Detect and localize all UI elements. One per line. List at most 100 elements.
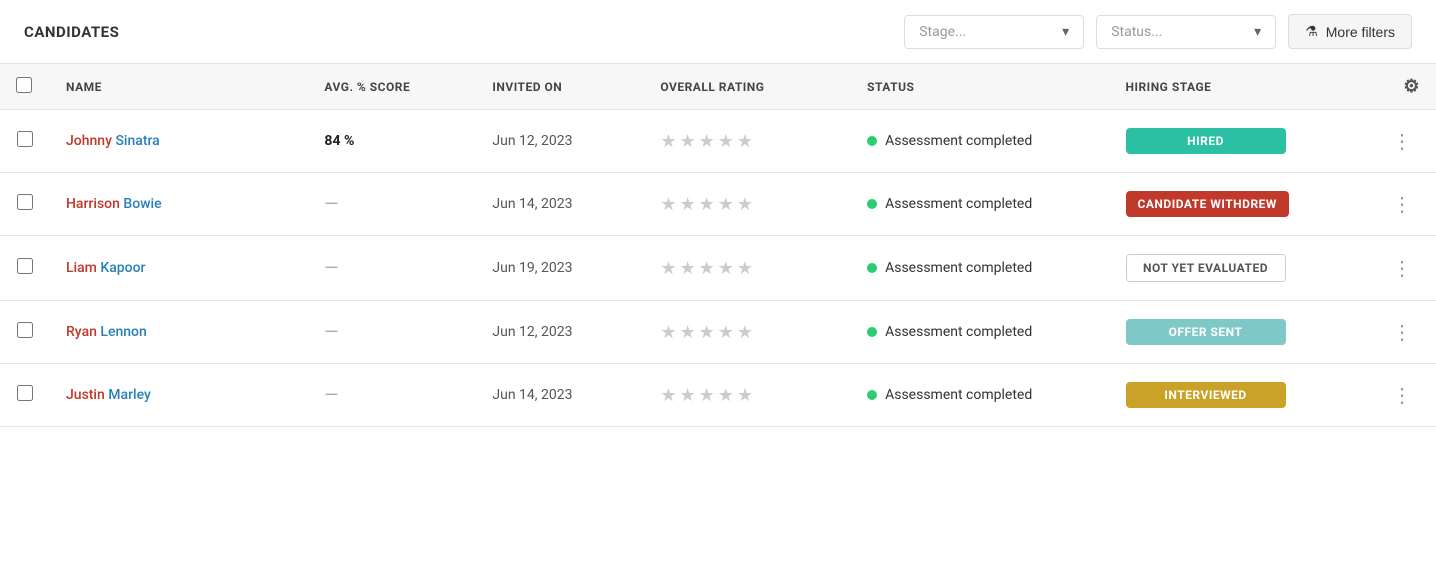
col-settings[interactable]: ⚙ — [1368, 64, 1436, 110]
row-actions-cell: ⋮ — [1368, 301, 1436, 364]
row-checkbox-2[interactable] — [17, 258, 33, 274]
row-checkbox-cell — [0, 236, 50, 301]
stage-placeholder: Stage... — [919, 24, 966, 40]
invited-date-cell: Jun 14, 2023 — [476, 173, 644, 236]
more-filters-button[interactable]: ⚗ More filters — [1288, 14, 1412, 49]
status-dropdown[interactable]: Status... ▾ — [1096, 15, 1276, 49]
candidate-first-name: Justin — [66, 387, 105, 403]
avg-score-cell: — — [308, 173, 476, 236]
candidate-last-name: Lennon — [100, 324, 146, 340]
select-all-checkbox[interactable] — [16, 77, 32, 93]
row-more-menu[interactable]: ⋮ — [1384, 125, 1420, 157]
candidate-name-cell: Ryan Lennon — [50, 301, 308, 364]
star-3: ★ — [699, 258, 715, 279]
star-rating[interactable]: ★ ★ ★ ★ ★ — [660, 322, 835, 343]
status-chevron-icon: ▾ — [1254, 24, 1261, 40]
avg-score-dash: — — [324, 194, 338, 215]
row-actions-cell: ⋮ — [1368, 236, 1436, 301]
star-rating[interactable]: ★ ★ ★ ★ ★ — [660, 131, 835, 152]
rating-cell: ★ ★ ★ ★ ★ — [644, 173, 851, 236]
candidate-first-name: Ryan — [66, 324, 97, 340]
row-more-menu[interactable]: ⋮ — [1384, 252, 1420, 284]
status-dot — [867, 390, 877, 400]
star-5: ★ — [737, 322, 753, 343]
star-3: ★ — [699, 131, 715, 152]
col-overall-rating: OVERALL RATING — [644, 64, 851, 110]
settings-gear-icon[interactable]: ⚙ — [1403, 76, 1420, 97]
candidate-last-name: Sinatra — [115, 133, 159, 149]
page-title: CANDIDATES — [24, 23, 892, 41]
rating-cell: ★ ★ ★ ★ ★ — [644, 301, 851, 364]
candidate-name[interactable]: Ryan Lennon — [66, 324, 147, 340]
status-dot — [867, 327, 877, 337]
status-cell: Assessment completed — [851, 364, 1109, 427]
candidate-name[interactable]: Liam Kapoor — [66, 260, 145, 276]
hiring-badge[interactable]: INTERVIEWED — [1126, 382, 1286, 408]
hiring-badge[interactable]: OFFER SENT — [1126, 319, 1286, 345]
star-rating[interactable]: ★ ★ ★ ★ ★ — [660, 258, 835, 279]
stage-chevron-icon: ▾ — [1062, 24, 1069, 40]
star-5: ★ — [737, 194, 753, 215]
status-cell: Assessment completed — [851, 301, 1109, 364]
row-more-menu[interactable]: ⋮ — [1384, 379, 1420, 411]
row-actions-cell: ⋮ — [1368, 364, 1436, 427]
star-4: ★ — [718, 131, 734, 152]
row-checkbox-4[interactable] — [17, 385, 33, 401]
star-2: ★ — [680, 385, 696, 406]
candidate-name[interactable]: Johnny Sinatra — [66, 133, 160, 149]
candidate-first-name: Johnny — [66, 133, 112, 149]
hiring-stage-cell: OFFER SENT — [1110, 301, 1368, 364]
hiring-stage-cell: HIRED — [1110, 110, 1368, 173]
candidate-name[interactable]: Harrison Bowie — [66, 196, 162, 212]
avg-score-dash: — — [324, 385, 338, 406]
status-placeholder: Status... — [1111, 24, 1162, 40]
candidate-last-name: Marley — [108, 387, 151, 403]
candidates-table: NAME AVG. % SCORE INVITED ON OVERALL RAT… — [0, 63, 1436, 427]
candidate-name-cell: Johnny Sinatra — [50, 110, 308, 173]
star-3: ★ — [699, 194, 715, 215]
star-4: ★ — [718, 258, 734, 279]
hiring-stage-cell: CANDIDATE WITHDREW — [1110, 173, 1368, 236]
star-rating[interactable]: ★ ★ ★ ★ ★ — [660, 385, 835, 406]
candidate-name[interactable]: Justin Marley — [66, 387, 151, 403]
filter-icon: ⚗ — [1305, 23, 1318, 40]
star-4: ★ — [718, 385, 734, 406]
status-text: Assessment completed — [885, 196, 1032, 212]
status-dot — [867, 263, 877, 273]
table-row: Liam Kapoor — Jun 19, 2023 ★ ★ ★ ★ ★ — [0, 236, 1436, 301]
star-2: ★ — [680, 194, 696, 215]
col-avg-score: AVG. % SCORE — [308, 64, 476, 110]
row-checkbox-3[interactable] — [17, 322, 33, 338]
status-cell: Assessment completed — [851, 173, 1109, 236]
hiring-badge[interactable]: HIRED — [1126, 128, 1286, 154]
star-rating[interactable]: ★ ★ ★ ★ ★ — [660, 194, 835, 215]
hiring-badge[interactable]: CANDIDATE WITHDREW — [1126, 191, 1289, 217]
avg-score-dash: — — [324, 258, 338, 279]
star-1: ★ — [660, 258, 676, 279]
row-checkbox-0[interactable] — [17, 131, 33, 147]
hiring-badge[interactable]: NOT YET EVALUATED — [1126, 254, 1286, 282]
stage-dropdown[interactable]: Stage... ▾ — [904, 15, 1084, 49]
row-more-menu[interactable]: ⋮ — [1384, 316, 1420, 348]
row-checkbox-1[interactable] — [17, 194, 33, 210]
rating-cell: ★ ★ ★ ★ ★ — [644, 364, 851, 427]
candidate-last-name: Bowie — [123, 196, 161, 212]
rating-cell: ★ ★ ★ ★ ★ — [644, 110, 851, 173]
star-1: ★ — [660, 194, 676, 215]
star-5: ★ — [737, 131, 753, 152]
avg-score-cell: — — [308, 301, 476, 364]
status-text: Assessment completed — [885, 260, 1032, 276]
row-actions-cell: ⋮ — [1368, 173, 1436, 236]
row-checkbox-cell — [0, 110, 50, 173]
avg-score-value: 84 % — [324, 133, 354, 149]
avg-score-cell: — — [308, 236, 476, 301]
col-status: STATUS — [851, 64, 1109, 110]
hiring-stage-cell: INTERVIEWED — [1110, 364, 1368, 427]
star-2: ★ — [680, 322, 696, 343]
candidate-last-name: Kapoor — [100, 260, 145, 276]
star-5: ★ — [737, 385, 753, 406]
status-dot — [867, 199, 877, 209]
row-more-menu[interactable]: ⋮ — [1384, 188, 1420, 220]
hiring-stage-cell: NOT YET EVALUATED — [1110, 236, 1368, 301]
candidate-first-name: Harrison — [66, 196, 120, 212]
